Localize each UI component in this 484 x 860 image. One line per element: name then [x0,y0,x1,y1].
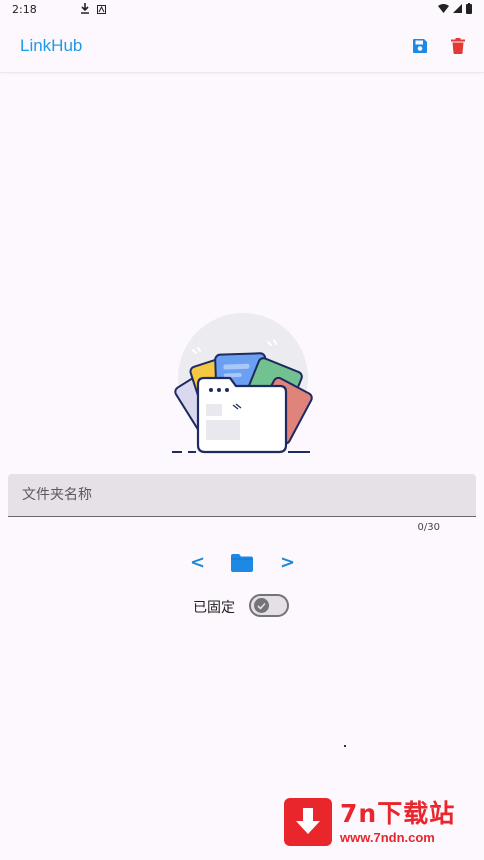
pin-knob [254,598,269,613]
app-bar: LinkHub [0,20,484,73]
download-icon [80,3,90,17]
status-time: 2:18 [12,3,37,16]
watermark-brand: 7n下载站 [340,799,456,828]
prev-button[interactable]: < [190,552,205,573]
trash-icon [451,38,465,54]
pin-toggle[interactable] [249,594,289,617]
signal-icon [453,4,462,13]
status-icons [438,3,472,14]
pin-row: 已固定 [0,593,484,621]
app-notification-icon [97,4,106,17]
folder-nav: < > [0,552,484,576]
watermark-url: www.7ndn.com [340,830,435,845]
save-icon [413,39,427,53]
folder-icon[interactable] [231,554,253,576]
next-button[interactable]: > [280,552,295,573]
watermark-download-icon [284,798,332,846]
app-title: LinkHub [20,36,83,55]
folder-name-field[interactable] [8,474,476,517]
folder-name-input[interactable] [8,474,476,516]
battery-icon [466,3,472,14]
empty-folder-illustration [168,312,318,462]
delete-button[interactable] [446,34,470,58]
watermark: 7n下载站 www.7ndn.com [284,796,474,852]
save-button[interactable] [408,34,432,58]
wifi-icon [438,4,449,13]
stray-dot [344,745,346,747]
char-counter: 0/30 [417,522,440,533]
check-icon [257,602,266,610]
status-bar: 2:18 [0,0,484,20]
pin-label: 已固定 [193,600,235,616]
